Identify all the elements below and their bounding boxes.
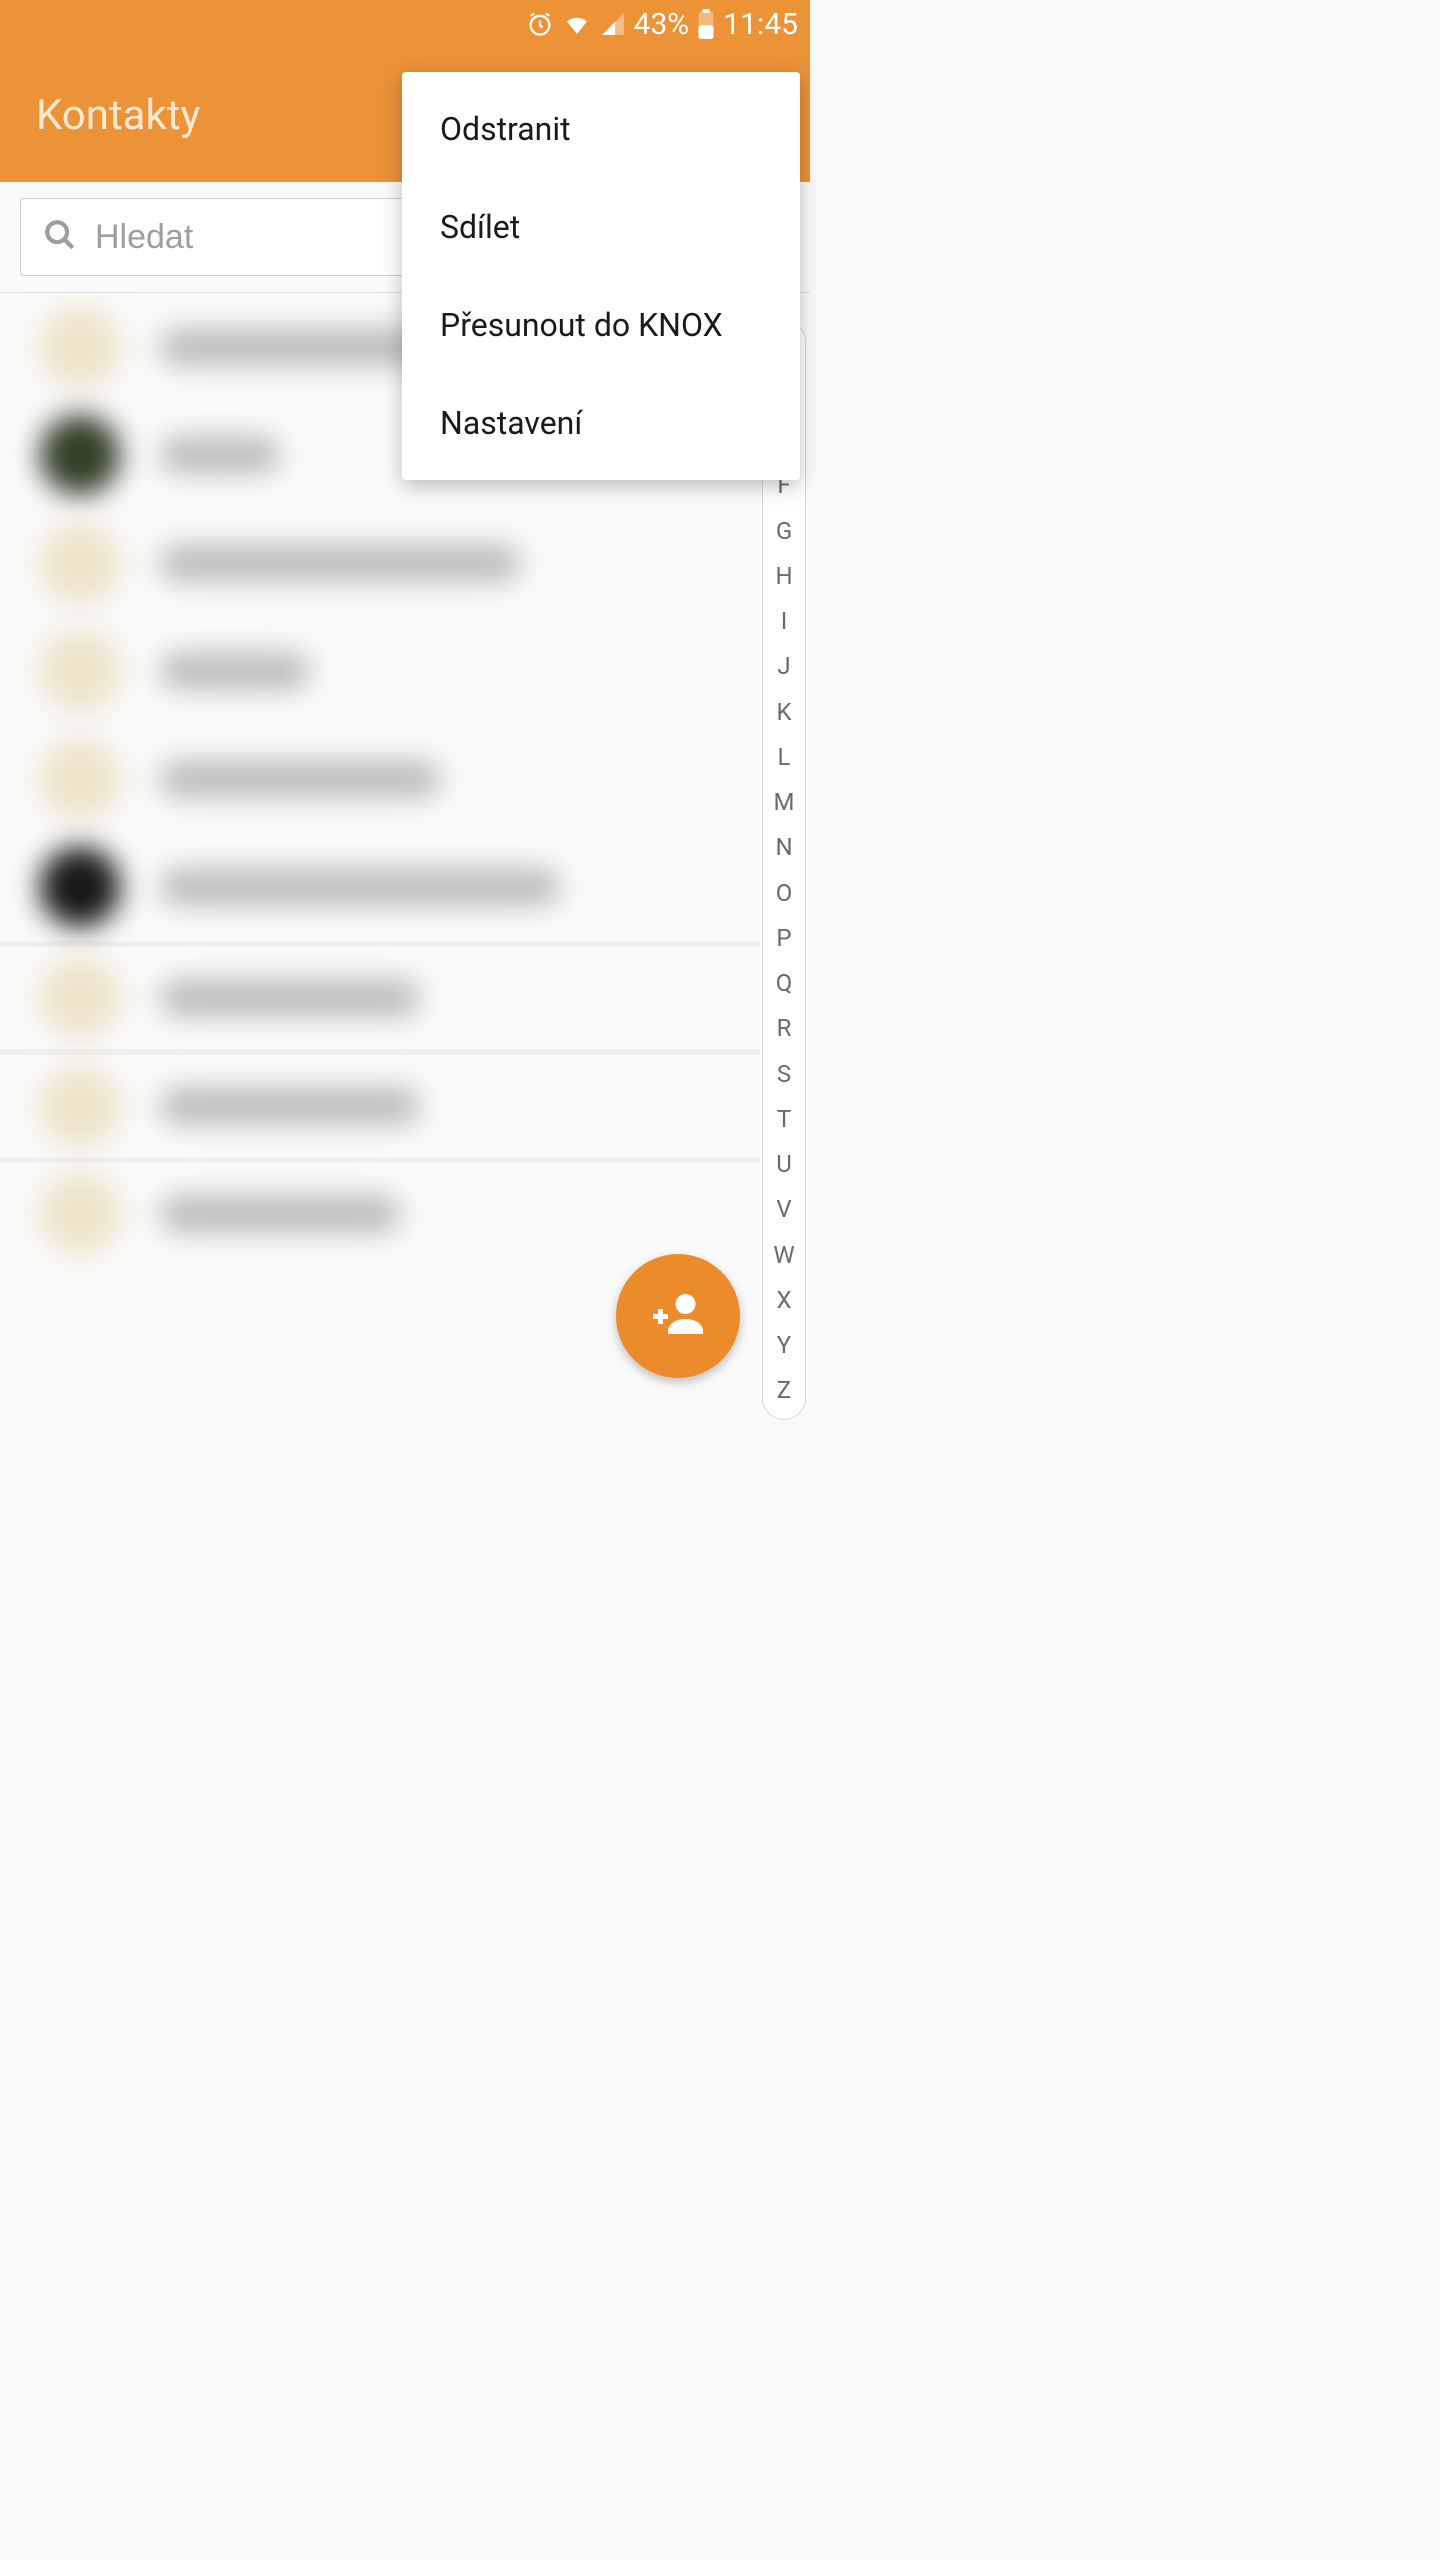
contact-name-blurred [160, 761, 440, 797]
index-letter[interactable]: O [776, 881, 793, 905]
avatar [40, 415, 120, 495]
contact-row[interactable] [0, 1049, 760, 1157]
index-letter[interactable]: K [776, 700, 791, 724]
index-letter[interactable]: P [776, 926, 791, 950]
contact-name-blurred [160, 869, 560, 905]
index-letter[interactable]: Q [776, 971, 793, 995]
contact-name-blurred [160, 1088, 420, 1124]
avatar [40, 1066, 120, 1146]
contact-name-blurred [160, 437, 280, 473]
avatar [40, 847, 120, 927]
contact-row[interactable] [0, 617, 760, 725]
contact-name-blurred [160, 545, 520, 581]
avatar [40, 307, 120, 387]
index-letter[interactable]: G [776, 519, 792, 543]
add-person-icon [648, 1284, 708, 1348]
index-letter[interactable]: M [774, 790, 795, 814]
index-letter[interactable]: I [781, 609, 788, 633]
contact-name-blurred [160, 1196, 400, 1232]
clock-text: 11:45 [723, 7, 798, 42]
status-bar: 43% 11:45 [0, 0, 810, 48]
menu-item-share[interactable]: Sdílet [402, 178, 800, 276]
contact-row[interactable] [0, 1157, 760, 1265]
battery-text: 43% [634, 7, 690, 42]
search-icon [43, 218, 77, 256]
index-letter[interactable]: J [777, 654, 790, 678]
overflow-menu: Odstranit Sdílet Přesunout do KNOX Nasta… [402, 72, 800, 480]
index-letter[interactable]: S [777, 1062, 791, 1086]
index-letter[interactable]: W [773, 1243, 794, 1267]
index-letter[interactable]: Y [777, 1333, 791, 1357]
avatar [40, 523, 120, 603]
index-letter[interactable]: Z [777, 1378, 791, 1402]
menu-item-delete[interactable]: Odstranit [402, 80, 800, 178]
contact-row[interactable] [0, 833, 760, 941]
index-letter[interactable]: V [776, 1197, 791, 1221]
contact-row[interactable] [0, 509, 760, 617]
page-title: Kontakty [36, 91, 200, 140]
menu-item-knox[interactable]: Přesunout do KNOX [402, 276, 800, 374]
index-letter[interactable]: U [776, 1152, 792, 1176]
alarm-icon [526, 10, 554, 38]
add-contact-fab[interactable] [616, 1254, 740, 1378]
contact-name-blurred [160, 653, 310, 689]
index-letter[interactable]: H [775, 564, 792, 588]
index-letter[interactable]: X [776, 1288, 791, 1312]
alphabet-index[interactable]: CDEFGHIJKLMNOPQRSTUVWXYZ [762, 320, 806, 1420]
avatar [40, 958, 120, 1038]
index-letter[interactable]: L [778, 745, 791, 769]
avatar [40, 739, 120, 819]
avatar [40, 1174, 120, 1254]
avatar [40, 631, 120, 711]
battery-icon [697, 9, 715, 39]
index-letter[interactable]: R [777, 1016, 792, 1040]
contact-row[interactable] [0, 725, 760, 833]
menu-item-settings[interactable]: Nastavení [402, 374, 800, 472]
index-letter[interactable]: N [775, 835, 792, 859]
signal-icon [600, 11, 626, 37]
index-letter[interactable]: T [777, 1107, 791, 1131]
wifi-icon [562, 9, 592, 39]
contact-name-blurred [160, 980, 420, 1016]
contact-row[interactable] [0, 941, 760, 1049]
